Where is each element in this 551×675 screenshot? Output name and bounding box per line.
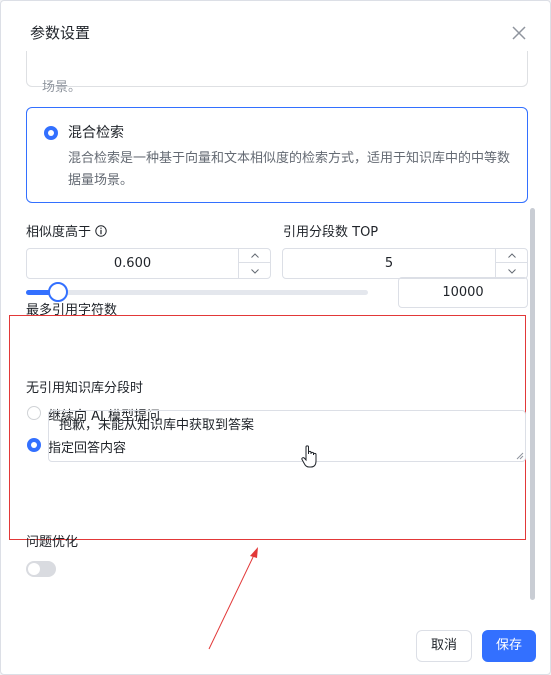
increment-button[interactable] bbox=[239, 249, 270, 263]
close-icon[interactable] bbox=[511, 25, 527, 41]
settings-dialog: 参数设置 场景。 混合检索 混合检索是一种基于向量和文本相似度的检索方式，适用于… bbox=[0, 0, 551, 675]
hybrid-card-title: 混合检索 bbox=[68, 125, 124, 141]
similarity-stepper bbox=[238, 249, 270, 278]
max-chars-input[interactable]: 10000 bbox=[398, 277, 528, 308]
search-mode-card-hybrid[interactable]: 混合检索 混合检索是一种基于向量和文本相似度的检索方式，适用于知识库中的中等数据… bbox=[26, 107, 528, 203]
increment-button[interactable] bbox=[496, 249, 527, 263]
info-icon[interactable] bbox=[95, 225, 107, 237]
chevron-down-icon bbox=[507, 268, 516, 274]
hybrid-radio[interactable] bbox=[44, 126, 58, 140]
similarity-label: 相似度高于 bbox=[26, 221, 107, 240]
max-chars-slider-track[interactable] bbox=[26, 290, 368, 295]
top-stepper bbox=[495, 249, 527, 278]
chevron-up-icon bbox=[507, 253, 516, 258]
decrement-button[interactable] bbox=[239, 264, 270, 278]
similarity-input[interactable]: 0.600 bbox=[26, 248, 271, 279]
top-input[interactable]: 5 bbox=[282, 248, 528, 279]
save-button[interactable]: 保存 bbox=[482, 630, 536, 662]
specify-answer-radio[interactable] bbox=[27, 438, 41, 452]
decrement-button[interactable] bbox=[496, 264, 527, 278]
annotation-arrow-icon bbox=[208, 547, 258, 650]
answer-text: 抱歉，未能从知识库中获取到答案 bbox=[59, 418, 255, 433]
chevron-down-icon bbox=[250, 268, 259, 274]
question-opt-label: 问题优化 bbox=[26, 535, 79, 550]
resize-handle-icon[interactable] bbox=[516, 452, 524, 460]
cancel-button[interactable]: 取消 bbox=[416, 630, 472, 662]
dialog-title: 参数设置 bbox=[30, 24, 91, 42]
max-chars-slider-thumb[interactable] bbox=[48, 282, 68, 302]
chevron-up-icon bbox=[250, 253, 259, 258]
switch-knob bbox=[28, 563, 40, 575]
hand-cursor-icon bbox=[301, 445, 317, 468]
search-mode-card-previous[interactable] bbox=[26, 51, 528, 87]
top-value[interactable]: 5 bbox=[283, 249, 495, 278]
question-opt-switch[interactable] bbox=[26, 561, 56, 577]
similarity-value[interactable]: 0.600 bbox=[27, 249, 238, 278]
no-ref-label: 无引用知识库分段时 bbox=[26, 381, 144, 396]
hybrid-card-description: 混合检索是一种基于向量和文本相似度的检索方式，适用于知识库中的中等数据量场景。 bbox=[68, 151, 511, 188]
previous-card-description: 场景。 bbox=[42, 80, 82, 95]
continue-ai-radio[interactable] bbox=[27, 406, 41, 420]
answer-textarea[interactable]: 抱歉，未能从知识库中获取到答案 bbox=[48, 410, 526, 462]
top-label: 引用分段数 TOP bbox=[283, 225, 379, 240]
scrollbar[interactable] bbox=[530, 208, 535, 600]
